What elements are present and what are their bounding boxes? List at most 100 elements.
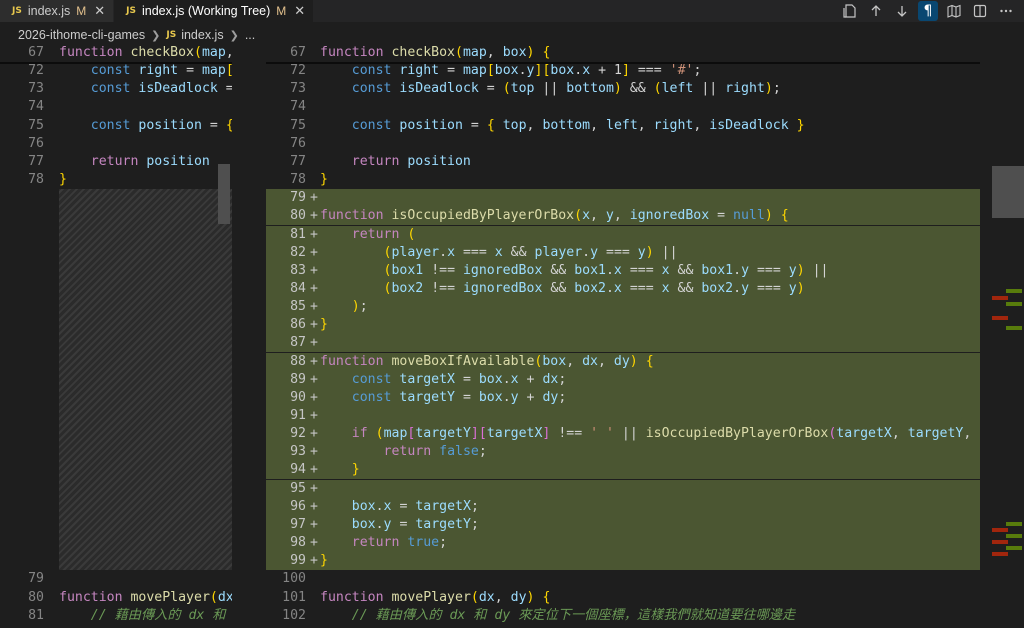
inserted-code-line[interactable]: 79 + — [266, 189, 980, 208]
inserted-code-line[interactable]: 85 + ); — [266, 298, 980, 317]
breadcrumb-folder[interactable]: 2026-ithome-cli-games — [18, 28, 145, 42]
line-number: 79 — [28, 571, 44, 587]
inserted-code-line[interactable]: 82 + (player.x === x && player.y === y) |… — [266, 243, 980, 262]
line-number: 77 — [28, 153, 44, 169]
overview-ruler[interactable] — [980, 44, 1024, 628]
code-line[interactable]: 77 return position — [266, 153, 980, 171]
line-number: 84 — [290, 280, 306, 296]
tab-index-js[interactable]: JS index.js M ✕ — [0, 0, 115, 22]
diff-marker: + — [310, 244, 318, 260]
line-number: 96 — [290, 498, 306, 514]
code-line[interactable]: 77 return position — [0, 153, 232, 171]
breadcrumb-symbol[interactable]: ... — [245, 28, 255, 42]
inserted-code-line[interactable]: 86 +} — [266, 316, 980, 335]
code-line[interactable]: 74 — [0, 98, 232, 116]
inserted-code-line[interactable]: 93 + return false; — [266, 443, 980, 462]
code-line[interactable]: 76 — [0, 135, 232, 153]
inserted-code-line[interactable]: 92 + if (map[targetY][targetX] !== ' ' ||… — [266, 425, 980, 444]
code-line[interactable]: 101 function movePlayer(dx, dy) { — [266, 589, 980, 607]
modified-badge: M — [76, 4, 87, 18]
inserted-code-line[interactable]: 87 + — [266, 334, 980, 353]
pilcrow-icon[interactable]: ¶ — [918, 1, 938, 21]
close-icon[interactable]: ✕ — [94, 4, 105, 19]
arrow-up-icon[interactable] — [866, 1, 886, 21]
inserted-code-line[interactable]: 95 + — [266, 479, 980, 498]
inserted-code-line[interactable]: 96 + box.x = targetX; — [266, 497, 980, 516]
inserted-code-line[interactable]: 81 + return ( — [266, 225, 980, 244]
inserted-code-line[interactable]: 83 + (box1 !== ignoredBox && box1.x === x… — [266, 261, 980, 280]
diff-empty-region — [59, 189, 232, 571]
inserted-code-line[interactable]: 84 + (box2 !== ignoredBox && box2.x === x… — [266, 279, 980, 298]
inserted-code-line[interactable]: 97 + box.y = targetY; — [266, 515, 980, 534]
js-file-icon: JS — [166, 30, 177, 40]
line-number: 74 — [290, 99, 306, 115]
line-code: box.y = targetY; — [351, 516, 479, 532]
line-number: 92 — [290, 426, 306, 442]
tab-index-js-working-tree[interactable]: JS index.js (Working Tree) M ✕ — [114, 0, 315, 22]
line-code: const targetX = box.x + dx; — [351, 371, 567, 387]
code-line[interactable]: 100 — [266, 570, 980, 588]
code-line[interactable]: 78} — [266, 171, 980, 189]
diff-marker: + — [310, 353, 318, 369]
inserted-code-line[interactable]: 94 + } — [266, 461, 980, 480]
code-line[interactable]: 74 — [266, 98, 980, 116]
breadcrumb: 2026-ithome-cli-games ❯ JS index.js ❯ ..… — [0, 24, 1024, 46]
code-line[interactable]: 75 const position = { t — [0, 117, 232, 135]
scrollbar-thumb[interactable] — [992, 166, 1024, 218]
code-line[interactable]: 67 function checkBox(map, ox — [0, 44, 232, 62]
inserted-code-line[interactable]: 99 +} — [266, 552, 980, 571]
code-line[interactable]: 79 — [0, 570, 232, 588]
line-number: 95 — [290, 480, 306, 496]
inserted-code-line[interactable]: 98 + return true; — [266, 534, 980, 553]
code-line[interactable]: 76 — [266, 135, 980, 153]
diff-original-editor[interactable]: 67 function checkBox(map, ox 72 const righ… — [0, 44, 232, 628]
line-code: return ( — [351, 226, 416, 242]
editor-actions: ¶ — [840, 0, 1016, 22]
code-line[interactable]: 72 const right = map[box.y][box.x + 1] =… — [266, 62, 980, 80]
inserted-code-line[interactable]: 91 + — [266, 407, 980, 425]
diff-marker: + — [310, 553, 318, 569]
diff-marker: + — [310, 299, 318, 315]
diff-splitter[interactable] — [218, 44, 266, 628]
line-number: 78 — [28, 172, 44, 188]
diff-marker: + — [310, 535, 318, 551]
line-number: 85 — [290, 299, 306, 315]
line-code: } — [320, 172, 328, 188]
line-number: 91 — [290, 408, 306, 423]
open-file-icon[interactable] — [840, 1, 860, 21]
code-line[interactable]: 81 // 藉由傳入的 dx 和 d — [0, 607, 232, 625]
line-code: return position — [351, 153, 471, 169]
code-line[interactable]: 78} — [0, 171, 232, 189]
code-line[interactable]: 102 // 藉由傳入的 dx 和 dy 來定位下一個座標，這樣我們就知道要往哪… — [266, 607, 980, 625]
line-code: } — [351, 462, 360, 478]
code-line[interactable]: 67 function checkBox(map, box) { — [266, 44, 980, 62]
line-number: 76 — [28, 135, 44, 151]
line-code: const right = map[bo — [90, 63, 232, 79]
inserted-code-line[interactable]: 88 + function moveBoxIfAvailable(box, dx, … — [266, 352, 980, 371]
scrollbar-thumb[interactable] — [218, 164, 230, 224]
code-line[interactable]: 80 function movePlayer(dx, — [0, 589, 232, 607]
overview-ruler-mark — [992, 540, 1008, 544]
inserted-code-line[interactable]: 90 + const targetY = box.y + dy; — [266, 388, 980, 407]
diff-marker: + — [310, 389, 318, 405]
line-number: 74 — [28, 99, 44, 115]
more-icon[interactable] — [996, 1, 1016, 21]
overview-ruler-mark — [992, 316, 1008, 320]
arrow-down-icon[interactable] — [892, 1, 912, 21]
diff-modified-editor[interactable]: 67 function checkBox(map, box) {72 const … — [266, 44, 980, 628]
line-number: 76 — [290, 135, 306, 151]
code-line[interactable]: 75 const position = { top, bottom, left,… — [266, 117, 980, 135]
map-icon[interactable] — [944, 1, 964, 21]
code-line[interactable]: 73 const isDeadlock = (top || bottom) &&… — [266, 80, 980, 98]
sticky-scroll-shadow — [266, 62, 980, 65]
modified-badge: M — [276, 4, 287, 18]
inserted-code-line[interactable]: 80 + function isOccupiedByPlayerOrBox(x, y… — [266, 207, 980, 226]
code-line[interactable]: 72 const right = map[bo — [0, 62, 232, 80]
breadcrumb-file[interactable]: index.js — [181, 28, 223, 42]
code-line[interactable]: 73 const isDeadlock = ( — [0, 80, 232, 98]
tab-label: index.js (Working Tree) — [141, 4, 271, 18]
overview-ruler-mark — [992, 528, 1008, 532]
split-icon[interactable] — [970, 1, 990, 21]
inserted-code-line[interactable]: 89 + const targetX = box.x + dx; — [266, 370, 980, 389]
close-icon[interactable]: ✕ — [294, 4, 305, 19]
